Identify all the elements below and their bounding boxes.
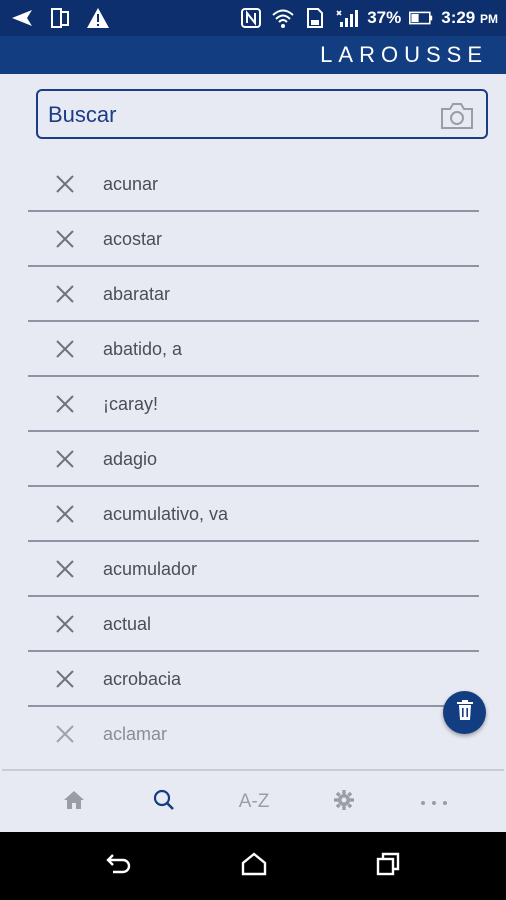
- nav-a-z-label: A-Z: [238, 791, 270, 812]
- list-item[interactable]: acumulador: [28, 542, 479, 597]
- trash-icon: [455, 699, 475, 726]
- bottom-nav: A-Z: [2, 769, 504, 833]
- history-word: abaratar: [103, 284, 171, 304]
- home-icon: [63, 790, 85, 815]
- signal-icon: [335, 6, 359, 30]
- history-word: acostar: [103, 229, 163, 249]
- search-icon: [153, 789, 175, 816]
- more-icon: [420, 793, 448, 811]
- list-item[interactable]: actual: [28, 597, 479, 652]
- close-icon[interactable]: [54, 283, 76, 305]
- list-item[interactable]: acostar: [28, 212, 479, 267]
- history-word: acumulador: [103, 559, 198, 579]
- list-item[interactable]: acumulativo, va: [28, 487, 479, 542]
- nav-a-z[interactable]: A-Z: [209, 771, 299, 833]
- search-box[interactable]: [36, 89, 488, 139]
- warning-icon: [86, 6, 110, 30]
- list-item[interactable]: acrobacia: [28, 652, 479, 707]
- list-item[interactable]: acunar: [28, 157, 479, 212]
- close-icon[interactable]: [54, 723, 76, 745]
- recents-button[interactable]: [370, 850, 406, 882]
- gear-icon: [333, 789, 355, 816]
- nfc-icon: [239, 6, 263, 30]
- history-word: ¡caray!: [103, 394, 159, 414]
- close-icon[interactable]: [54, 173, 76, 195]
- system-nav-bar: [0, 832, 506, 900]
- back-icon: [105, 852, 133, 881]
- history-word: aclamar: [103, 724, 168, 744]
- clear-history-button[interactable]: [443, 691, 486, 734]
- clock: 3:29 PM: [441, 8, 498, 27]
- camera-icon[interactable]: [440, 102, 474, 130]
- battery-percent: 37%: [367, 8, 402, 27]
- nav-settings[interactable]: [299, 771, 389, 833]
- history-word: acrobacia: [103, 669, 182, 689]
- tablet-icon: [48, 6, 72, 30]
- app-title: LAROUSSE: [320, 42, 488, 67]
- send-icon: [10, 6, 34, 30]
- home-outline-icon: [241, 851, 267, 881]
- nav-search[interactable]: [119, 771, 209, 833]
- close-icon[interactable]: [54, 613, 76, 635]
- list-item[interactable]: adagio: [28, 432, 479, 487]
- history-word: acumulativo, va: [103, 504, 229, 524]
- history-list: acunar acostar abaratar abatido, a ¡cara…: [28, 157, 479, 747]
- back-button[interactable]: [101, 850, 137, 882]
- battery-icon: [409, 6, 433, 30]
- sd-card-icon: [303, 6, 327, 30]
- close-icon[interactable]: [54, 228, 76, 250]
- close-icon[interactable]: [54, 558, 76, 580]
- history-word: acunar: [103, 174, 159, 194]
- nav-home[interactable]: [29, 771, 119, 833]
- list-item[interactable]: ¡caray!: [28, 377, 479, 432]
- history-word: actual: [103, 614, 152, 634]
- app-bar: LAROUSSE: [0, 36, 506, 74]
- home-button[interactable]: [236, 850, 272, 882]
- history-word: abatido, a: [103, 339, 183, 359]
- nav-more[interactable]: [389, 771, 479, 833]
- close-icon[interactable]: [54, 448, 76, 470]
- list-item[interactable]: abatido, a: [28, 322, 479, 377]
- recents-icon: [375, 852, 401, 881]
- close-icon[interactable]: [54, 503, 76, 525]
- close-icon[interactable]: [54, 668, 76, 690]
- status-bar: 37% 3:29 PM: [0, 0, 506, 36]
- history-word: adagio: [103, 449, 158, 469]
- list-item[interactable]: aclamar: [28, 707, 479, 747]
- close-icon[interactable]: [54, 393, 76, 415]
- list-item[interactable]: abaratar: [28, 267, 479, 322]
- close-icon[interactable]: [54, 338, 76, 360]
- wifi-icon: [271, 6, 295, 30]
- search-input[interactable]: [46, 97, 430, 133]
